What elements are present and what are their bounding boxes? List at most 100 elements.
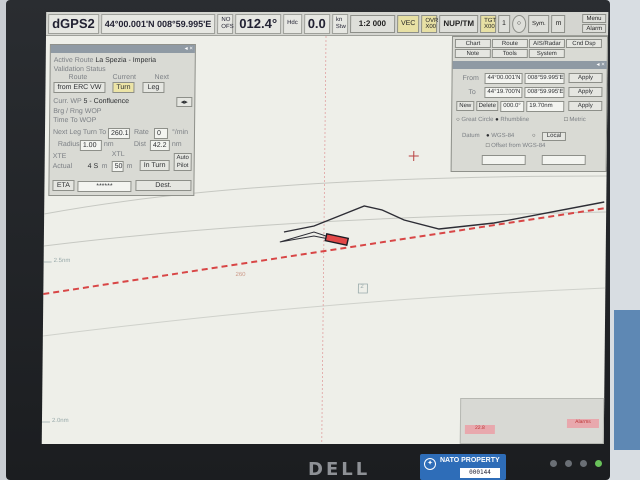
dist-label: Dist: [133, 141, 146, 148]
vector-button[interactable]: VEC: [396, 14, 420, 33]
tab-route[interactable]: Route: [491, 39, 528, 48]
tab-cnd-dsp[interactable]: Cnd Dsp: [565, 39, 602, 48]
monitor-button-icon[interactable]: [580, 460, 587, 467]
turn-button[interactable]: Turn: [112, 82, 135, 93]
panel-header: ◂ ×: [50, 45, 195, 53]
tools-panel: Chart Route AIS/Radar Cnd Dsp Note Tools…: [450, 36, 609, 172]
scale-label-bottom: 2.0nm: [51, 418, 69, 424]
next-leg-label: Next Leg Turn To: [52, 129, 107, 136]
position-readout: 44°00.001'N 008°59.995'E: [100, 13, 216, 34]
destination-button[interactable]: Dest.: [135, 180, 192, 191]
local-button[interactable]: Local: [541, 132, 567, 141]
wp-stepper[interactable]: ◂▸: [176, 97, 193, 107]
ecdis-screen: dGPS2 44°00.001'N 008°59.995'E NO OFS 01…: [41, 12, 609, 444]
to-label: To: [468, 89, 476, 96]
own-ship-icon: [324, 232, 350, 247]
from-lon-field[interactable]: 008°59.995'E: [524, 73, 565, 84]
apply-from-button[interactable]: Apply: [568, 73, 603, 83]
next-label: Next: [154, 74, 170, 81]
active-route-name: La Spezia - Imperia: [95, 57, 157, 64]
xtl-field[interactable]: 50: [111, 161, 124, 172]
rhumbline-radio[interactable]: ●: [495, 117, 499, 123]
range-field[interactable]: 19.70nm: [526, 101, 565, 112]
tab-chart[interactable]: Chart: [454, 39, 491, 48]
wgs84-label: WGS-84: [491, 133, 515, 139]
rate-field[interactable]: 0: [153, 128, 169, 139]
monitor-button-icon[interactable]: [550, 460, 557, 467]
menu-button[interactable]: Menu: [582, 14, 607, 23]
offset-lat-field[interactable]: [481, 155, 526, 165]
bearing-field[interactable]: 000.0°: [500, 101, 525, 112]
status-bar: dGPS2 44°00.001'N 008°59.995'E NO OFS 01…: [46, 12, 609, 36]
actual-label: Actual: [52, 163, 73, 170]
offset-lon-field[interactable]: [541, 155, 586, 165]
close-icon[interactable]: ◂ ×: [596, 61, 604, 69]
radius-unit: nm: [103, 141, 114, 148]
chart-cursor-icon: [408, 151, 419, 161]
alarm-indicator[interactable]: 22.8: [464, 425, 495, 434]
curr-wp-label: Curr. WP: [53, 98, 82, 105]
symbol-button[interactable]: Sym.: [527, 14, 550, 33]
radius-field[interactable]: 1.00: [79, 140, 102, 151]
rate-unit: °/min: [171, 129, 189, 136]
dist-field[interactable]: 42.2: [149, 140, 170, 151]
tab-note[interactable]: Note: [454, 49, 491, 58]
scale-selector[interactable]: 1:2 000: [349, 14, 396, 33]
dist-unit: nm: [171, 141, 182, 148]
from-lat-field[interactable]: 44°00.001'N: [484, 73, 523, 84]
xte-label: XTE: [52, 153, 67, 160]
alarms-button[interactable]: Alarms: [566, 419, 599, 428]
next-leg-field[interactable]: 260.1: [107, 128, 131, 139]
tab-system[interactable]: System: [528, 49, 565, 58]
new-button[interactable]: New: [456, 101, 475, 111]
in-turn-button[interactable]: In Turn: [139, 160, 170, 171]
monitor-brand-logo: DELL: [308, 459, 371, 480]
asset-tag-number: 000144: [460, 468, 500, 478]
asset-tag: ✦ NATO PROPERTY 000144: [420, 454, 506, 480]
speed-unit: kn Stw: [331, 13, 348, 34]
offset-checkbox[interactable]: □: [486, 143, 490, 149]
alarm-button[interactable]: Alarm: [582, 24, 607, 33]
overlay-button[interactable]: OVR X00: [421, 14, 438, 33]
validation-label: Validation Status: [53, 66, 106, 73]
offset-label: Offset from WGS-84: [491, 143, 546, 149]
monitor-bezel: dGPS2 44°00.001'N 008°59.995'E NO OFS 01…: [6, 0, 610, 480]
delete-button[interactable]: Delete: [476, 101, 499, 111]
nato-star-icon: ✦: [424, 458, 436, 470]
apply-to-button[interactable]: Apply: [568, 87, 603, 97]
monitor-button-icon[interactable]: [565, 460, 572, 467]
apply-brg-button[interactable]: Apply: [568, 101, 603, 111]
wgs84-radio[interactable]: ●: [486, 133, 490, 139]
target-button[interactable]: TGT X00: [479, 14, 497, 33]
subpanel-header: ◂ ×: [452, 61, 607, 69]
center-icon[interactable]: ○: [511, 14, 527, 33]
auto-pilot-button[interactable]: Auto Pilot: [173, 153, 192, 171]
eta-button[interactable]: ETA: [52, 180, 75, 191]
layer-one-button[interactable]: 1: [497, 14, 511, 33]
orientation-button[interactable]: NUP/TM: [439, 14, 479, 33]
route-source-button[interactable]: from ERC VW: [53, 82, 106, 93]
great-circle-radio[interactable]: ○: [456, 117, 460, 123]
units-button[interactable]: m: [551, 14, 566, 33]
time-to-wop-label: Time To WOP: [53, 117, 97, 124]
local-radio[interactable]: ○: [532, 133, 536, 139]
metric-checkbox[interactable]: □: [564, 117, 568, 123]
scale-label-top: 2.5nm: [53, 258, 71, 264]
tab-ais-radar[interactable]: AIS/Radar: [528, 39, 565, 48]
planned-route: [43, 207, 607, 295]
actual-unit: m: [101, 163, 108, 170]
close-icon[interactable]: ◂ ×: [185, 45, 193, 53]
leg-button[interactable]: Leg: [142, 82, 165, 93]
tab-tools[interactable]: Tools: [491, 49, 528, 58]
power-button-icon[interactable]: [595, 460, 602, 467]
alarm-panel: 22.8 Alarms: [459, 398, 605, 444]
offset-indicator: NO OFS: [217, 13, 234, 34]
blue-wall-panel: [614, 310, 640, 450]
eta-field: ******: [77, 181, 132, 192]
current-label: Current: [112, 74, 136, 81]
brg-rng-label: Brg / Rng WOP: [53, 108, 102, 115]
heading-unit: Hdc: [282, 13, 302, 34]
to-lat-field[interactable]: 44°19.700'N: [484, 87, 523, 98]
to-lon-field[interactable]: 008°59.995'E: [524, 87, 565, 98]
rhumbline-label: Rhumbline: [500, 117, 530, 123]
